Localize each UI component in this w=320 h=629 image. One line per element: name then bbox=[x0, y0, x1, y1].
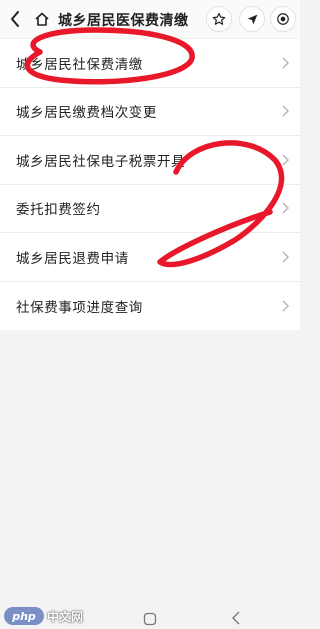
menu-item-payment-level-change[interactable]: 城乡居民缴费档次变更 bbox=[0, 88, 300, 136]
location-button[interactable] bbox=[239, 6, 265, 32]
home-square-icon[interactable] bbox=[143, 612, 157, 626]
menu-item-refund-application[interactable]: 城乡居民退费申请 bbox=[0, 233, 300, 282]
chevron-right-icon bbox=[282, 57, 290, 69]
back-icon[interactable] bbox=[5, 9, 25, 29]
service-menu: 城乡居民社保费清缴 城乡居民缴费档次变更 城乡居民社保电子税票开具 委托扣费签约… bbox=[0, 39, 300, 330]
chevron-right-icon bbox=[282, 105, 290, 117]
menu-item-label: 社保费事项进度查询 bbox=[16, 299, 143, 316]
top-bar: 城乡居民医保费清缴 bbox=[0, 0, 300, 38]
menu-item-label: 城乡居民缴费档次变更 bbox=[16, 105, 157, 122]
star-icon bbox=[212, 12, 226, 25]
chevron-right-icon bbox=[282, 300, 290, 312]
menu-item-social-insurance-payment[interactable]: 城乡居民社保费清缴 bbox=[0, 39, 300, 88]
chevron-right-icon bbox=[282, 202, 290, 214]
watermark-text: 中文网 bbox=[47, 609, 84, 624]
menu-item-label: 城乡居民退费申请 bbox=[16, 250, 129, 267]
location-arrow-icon bbox=[247, 14, 257, 24]
menu-item-e-tax-receipt[interactable]: 城乡居民社保电子税票开具 bbox=[0, 136, 300, 185]
page-title: 城乡居民医保费清缴 bbox=[58, 13, 189, 29]
back-chevron-icon[interactable] bbox=[231, 610, 241, 626]
php-logo: php bbox=[4, 607, 44, 625]
site-watermark: php 中文网 bbox=[4, 606, 83, 626]
favorite-button[interactable] bbox=[206, 6, 232, 32]
chevron-right-icon bbox=[282, 154, 290, 166]
home-icon[interactable] bbox=[33, 10, 51, 28]
record-icon bbox=[277, 13, 289, 25]
menu-item-progress-query[interactable]: 社保费事项进度查询 bbox=[0, 282, 300, 331]
menu-item-label: 城乡居民社保费清缴 bbox=[16, 56, 143, 73]
menu-item-entrusted-deduction[interactable]: 委托扣费签约 bbox=[0, 185, 300, 233]
chevron-right-icon bbox=[282, 251, 290, 263]
menu-item-label: 委托扣费签约 bbox=[16, 202, 101, 219]
record-button[interactable] bbox=[270, 6, 296, 32]
menu-item-label: 城乡居民社保电子税票开具 bbox=[16, 153, 186, 170]
